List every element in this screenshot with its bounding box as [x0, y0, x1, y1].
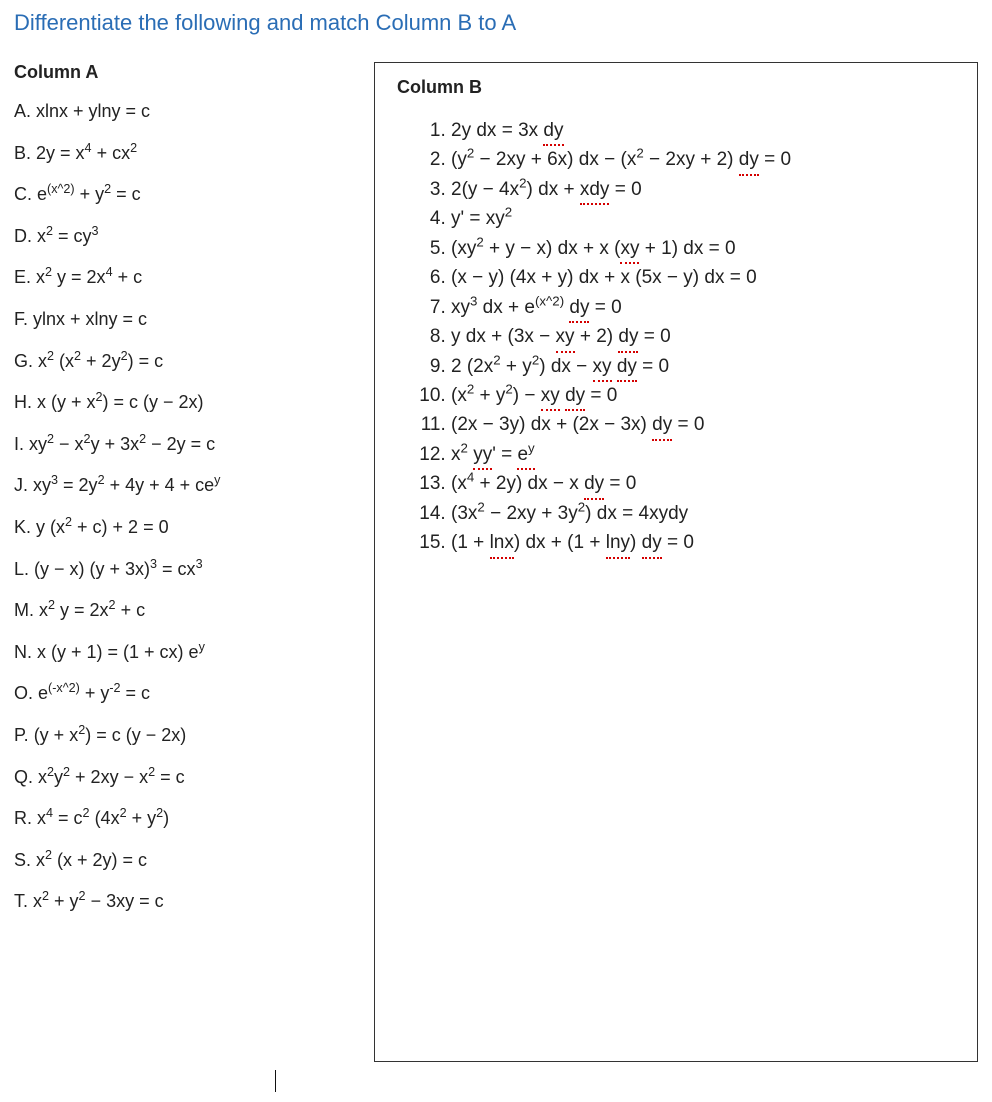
col-b-item: (3x2 − 2xy + 3y2) dx = 4xydy — [451, 499, 955, 528]
col-b-item: y dx + (3x − xy + 2) dy = 0 — [451, 322, 955, 351]
col-b-item: (1 + lnx) dx + (1 + lny) dy = 0 — [451, 528, 955, 557]
col-a-item: C. e(x^2) + y2 = c — [14, 184, 334, 206]
column-b-header: Column B — [397, 77, 955, 98]
page-title: Differentiate the following and match Co… — [14, 10, 978, 36]
col-a-item: M. x2 y = 2x2 + c — [14, 600, 334, 622]
col-b-item: x2 yy' = ey — [451, 440, 955, 469]
column-a-header: Column A — [14, 62, 334, 83]
col-b-item: 2 (2x2 + y2) dx − xy dy = 0 — [451, 352, 955, 381]
col-a-item: S. x2 (x + 2y) = c — [14, 850, 334, 872]
col-b-item: (x2 + y2) − xy dy = 0 — [451, 381, 955, 410]
col-a-item: B. 2y = x4 + cx2 — [14, 143, 334, 165]
col-b-item: 2y dx = 3x dy — [451, 116, 955, 145]
col-a-item: P. (y + x2) = c (y − 2x) — [14, 725, 334, 747]
col-a-item: H. x (y + x2) = c (y − 2x) — [14, 392, 334, 414]
col-a-item: N. x (y + 1) = (1 + cx) ey — [14, 642, 334, 664]
col-b-item: (y2 − 2xy + 6x) dx − (x2 − 2xy + 2) dy =… — [451, 145, 955, 174]
col-a-item: T. x2 + y2 − 3xy = c — [14, 891, 334, 913]
col-b-item: xy3 dx + e(x^2) dy = 0 — [451, 293, 955, 322]
col-a-item: A. xlnx + ylny = c — [14, 101, 334, 123]
col-a-item: O. e(-x^2) + y-2 = c — [14, 683, 334, 705]
col-b-item: y' = xy2 — [451, 204, 955, 233]
col-b-item: 2(y − 4x2) dx + xdy = 0 — [451, 175, 955, 204]
col-a-item: G. x2 (x2 + 2y2) = c — [14, 351, 334, 373]
col-a-item: J. xy3 = 2y2 + 4y + 4 + cey — [14, 475, 334, 497]
col-a-item: R. x4 = c2 (4x2 + y2) — [14, 808, 334, 830]
col-b-item: (x4 + 2y) dx − x dy = 0 — [451, 469, 955, 498]
column-b-list: 2y dx = 3x dy (y2 − 2xy + 6x) dx − (x2 −… — [421, 116, 955, 558]
col-a-item: D. x2 = cy3 — [14, 226, 334, 248]
col-a-item: K. y (x2 + c) + 2 = 0 — [14, 517, 334, 539]
col-a-item: F. ylnx + xlny = c — [14, 309, 334, 331]
col-a-item: L. (y − x) (y + 3x)3 = cx3 — [14, 559, 334, 581]
column-b: Column B 2y dx = 3x dy (y2 − 2xy + 6x) d… — [374, 62, 978, 1062]
col-b-item: (x − y) (4x + y) dx + x (5x − y) dx = 0 — [451, 263, 955, 292]
col-a-item: E. x2 y = 2x4 + c — [14, 267, 334, 289]
col-a-item: I. xy2 − x2y + 3x2 − 2y = c — [14, 434, 334, 456]
col-b-item: (2x − 3y) dx + (2x − 3x) dy = 0 — [451, 410, 955, 439]
col-a-item: Q. x2y2 + 2xy − x2 = c — [14, 767, 334, 789]
text-cursor — [275, 1070, 276, 1092]
col-b-item: (xy2 + y − x) dx + x (xy + 1) dx = 0 — [451, 234, 955, 263]
column-a: Column A A. xlnx + ylny = c B. 2y = x4 +… — [14, 62, 334, 933]
